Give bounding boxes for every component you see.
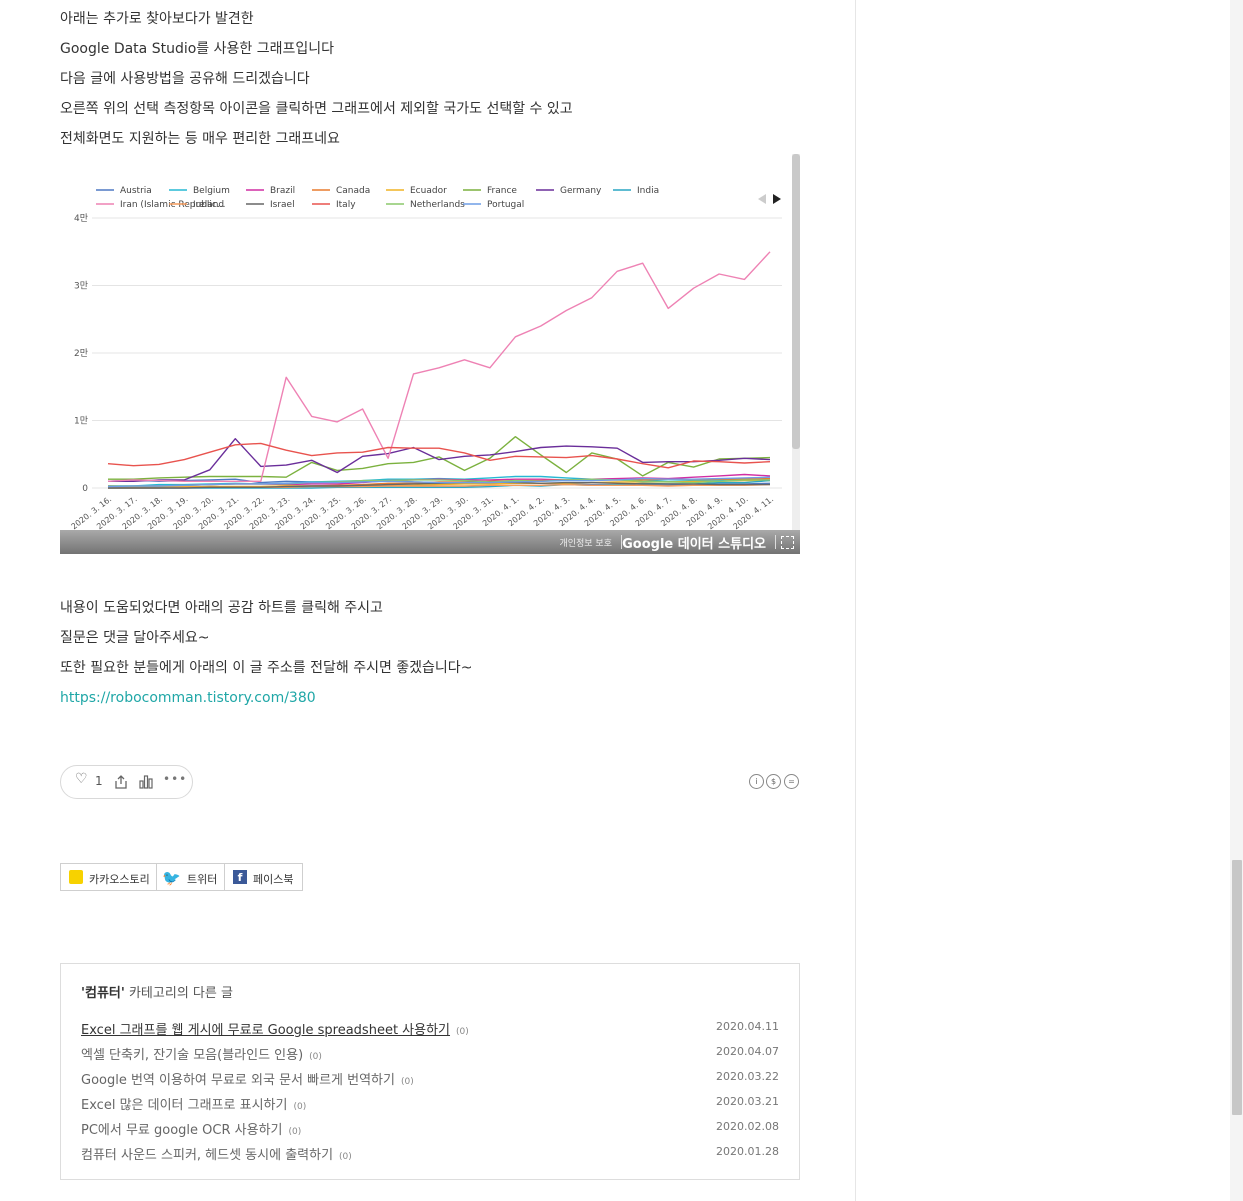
y-tick-label: 3만 — [74, 281, 88, 292]
comment-count: (0) — [288, 1127, 302, 1137]
intro-line-3: 다음 글에 사용방법을 공유해 드리겠습니다 — [60, 71, 310, 87]
series-line[interactable] — [107, 251, 771, 482]
stats-icon[interactable] — [138, 774, 154, 790]
legend-prev-icon[interactable] — [758, 194, 766, 204]
embed-scrollbar-thumb[interactable] — [792, 154, 800, 449]
related-post-title[interactable]: Excel 그래프를 웹 게시에 무료로 Google spreadsheet … — [81, 1023, 450, 1038]
y-tick-label: 1만 — [74, 416, 88, 427]
y-tick-label: 2만 — [74, 348, 88, 359]
twitter-label: 트위터 — [187, 873, 218, 886]
line-chart: 01만2만3만4만2020. 3. 16.2020. 3. 17.2020. 3… — [70, 186, 782, 530]
legend-item-label[interactable]: Austria — [120, 186, 152, 196]
related-post-link[interactable]: Excel 많은 데이터 그래프로 표시하기 (0) — [81, 1094, 306, 1113]
facebook-icon: f — [233, 870, 247, 884]
content-divider — [855, 0, 856, 1201]
comment-count: (0) — [293, 1102, 307, 1112]
related-post-link[interactable]: Excel 그래프를 웹 게시에 무료로 Google spreadsheet … — [81, 1019, 469, 1038]
twitter-share-button[interactable]: 🐦 트위터 — [156, 863, 225, 891]
related-post-date: 2020.04.07 — [716, 1045, 779, 1058]
kakaostory-icon — [69, 870, 83, 884]
related-post-title[interactable]: Excel 많은 데이터 그래프로 표시하기 — [81, 1098, 287, 1113]
related-post-date: 2020.02.08 — [716, 1120, 779, 1133]
legend-next-icon[interactable] — [773, 194, 781, 204]
legend-item-label[interactable]: Italy — [336, 200, 356, 210]
data-studio-embed[interactable]: 0 1만 2만 3만 4만 2020. 3. 16. 2020. 3. 17. 2020. 3… — [60, 154, 800, 554]
privacy-link[interactable]: 개인정보 보호 — [559, 536, 612, 549]
legend-item-label[interactable]: Ireland — [193, 200, 224, 210]
cc-by-icon: i — [749, 774, 764, 789]
intro-line-5: 전체화면도 지원하는 등 매우 편리한 그래프네요 — [60, 131, 340, 147]
legend-item-label[interactable]: Israel — [270, 200, 295, 210]
legend-item-label[interactable]: India — [637, 186, 659, 196]
data-studio-logo[interactable]: Google 데이터 스튜디오 — [622, 533, 766, 552]
related-post-date: 2020.03.21 — [716, 1095, 779, 1108]
comment-count: (0) — [309, 1052, 322, 1062]
kakaostory-share-button[interactable]: 카카오스토리 — [60, 863, 157, 891]
related-post-title[interactable]: 컴퓨터 사운드 스피커, 헤드셋 동시에 출력하기 — [81, 1148, 333, 1163]
related-post-title[interactable]: Google 번역 이용하여 무료로 외국 문서 빠르게 번역하기 — [81, 1073, 395, 1088]
share-icon[interactable] — [113, 774, 129, 790]
like-count: 1 — [95, 774, 103, 788]
related-post-link[interactable]: 엑셀 단축키, 잔기술 모음(블라인드 인용) (0) — [81, 1044, 322, 1063]
heart-icon[interactable]: ♡ — [75, 771, 88, 787]
related-post-date: 2020.04.11 — [716, 1020, 779, 1033]
related-post-link[interactable]: Google 번역 이용하여 무료로 외국 문서 빠르게 번역하기 (0) — [81, 1069, 414, 1088]
cc-nd-icon: = — [784, 774, 799, 789]
y-tick-label: 0 — [82, 484, 88, 494]
reaction-bar: ♡ 1 ••• — [60, 765, 193, 799]
twitter-icon: 🐦 — [162, 869, 181, 887]
related-heading: '컴퓨터' 카테고리의 다른 글 — [81, 982, 233, 1001]
comment-count: (0) — [339, 1152, 352, 1162]
page-scrollbar-thumb[interactable] — [1232, 860, 1242, 1115]
related-post-link[interactable]: PC에서 무료 google OCR 사용하기 (0) — [81, 1119, 301, 1138]
related-heading-suffix: 카테고리의 다른 글 — [124, 986, 233, 1001]
post-url-link[interactable]: https://robocomman.tistory.com/380 — [60, 690, 316, 706]
related-post-date: 2020.01.28 — [716, 1145, 779, 1158]
related-category[interactable]: '컴퓨터' — [81, 986, 125, 1001]
footer-separator — [775, 535, 776, 549]
legend-item-label[interactable]: Belgium — [193, 186, 230, 196]
outro-line-2: 질문은 댓글 달아주세요~ — [60, 630, 210, 646]
series-line[interactable] — [107, 442, 771, 469]
legend-item-label[interactable]: Canada — [336, 186, 370, 196]
related-post-date: 2020.03.22 — [716, 1070, 779, 1083]
outro-line-3: 또한 필요한 분들에게 아래의 이 글 주소를 전달해 주시면 좋겠습니다~ — [60, 660, 473, 676]
comment-count: (0) — [456, 1027, 469, 1037]
kakaostory-label: 카카오스토리 — [89, 873, 150, 886]
facebook-share-button[interactable]: f 페이스북 — [224, 863, 303, 891]
legend-item-label[interactable]: Brazil — [270, 186, 295, 196]
legend-item-label[interactable]: Portugal — [487, 200, 524, 210]
series-line[interactable] — [108, 438, 771, 482]
legend-item-label[interactable]: Ecuador — [410, 186, 447, 196]
intro-line-4: 오른쪽 위의 선택 측정항목 아이콘을 클릭하면 그래프에서 제외할 국가도 선… — [60, 101, 573, 117]
related-posts: '컴퓨터' 카테고리의 다른 글 Excel 그래프를 웹 게시에 무료로 Go… — [60, 963, 800, 1180]
legend-item-label[interactable]: France — [487, 186, 517, 196]
cc-nc-icon: $ — [766, 774, 781, 789]
outro-line-1: 내용이 도움되었다면 아래의 공감 하트를 클릭해 주시고 — [60, 600, 383, 616]
fullscreen-icon[interactable] — [781, 536, 794, 549]
related-post-title[interactable]: PC에서 무료 google OCR 사용하기 — [81, 1123, 283, 1138]
legend-item-label[interactable]: Germany — [560, 186, 602, 196]
related-post-link[interactable]: 컴퓨터 사운드 스피커, 헤드셋 동시에 출력하기 (0) — [81, 1144, 352, 1163]
y-tick-label: 4만 — [74, 213, 88, 224]
embed-footer: 개인정보 보호 Google 데이터 스튜디오 — [60, 530, 800, 554]
related-post-title[interactable]: 엑셀 단축키, 잔기술 모음(블라인드 인용) — [81, 1048, 303, 1063]
comment-count: (0) — [400, 1077, 414, 1087]
series-line[interactable] — [108, 436, 771, 480]
intro-line-2: Google Data Studio를 사용한 그래프입니다 — [60, 41, 334, 57]
facebook-label: 페이스북 — [253, 873, 294, 886]
more-icon[interactable]: ••• — [163, 772, 187, 786]
post-url-line: https://robocomman.tistory.com/380 — [60, 688, 316, 708]
intro-line-1: 아래는 추가로 찾아보다가 발견한 — [60, 11, 254, 27]
legend-item-label[interactable]: Netherlands — [410, 200, 465, 210]
